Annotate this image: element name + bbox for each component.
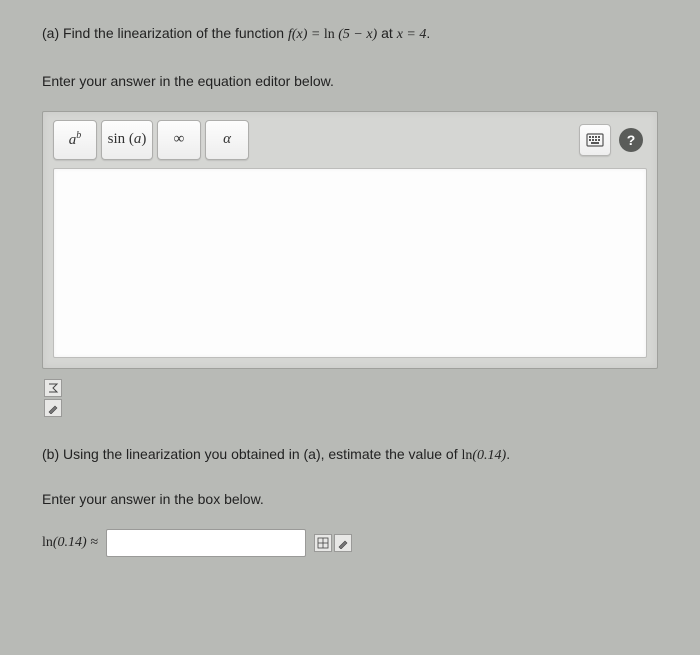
- part-a-instruction: Enter your answer in the equation editor…: [42, 73, 658, 89]
- equation-tool-2[interactable]: [44, 399, 62, 417]
- answer-row: ln(0.14) ≈: [42, 529, 658, 557]
- part-a-text-mid: at: [381, 25, 397, 41]
- part-b-instruction: Enter your answer in the box below.: [42, 491, 658, 507]
- pencil-icon: [337, 537, 349, 549]
- exponent-button[interactable]: ab: [53, 120, 97, 160]
- keyboard-icon: [586, 133, 604, 147]
- point-expression: x = 4: [397, 27, 427, 42]
- part-a-text-pre: Find the linearization of the function: [63, 25, 288, 41]
- equation-tool-1[interactable]: [44, 379, 62, 397]
- help-icon: ?: [619, 128, 643, 152]
- equation-toolbar: ab sin (a) ∞ α ?: [53, 120, 647, 160]
- grid-icon: [317, 537, 329, 549]
- target-expression: ln(0.14): [461, 448, 506, 463]
- trig-button[interactable]: sin (a): [101, 120, 153, 160]
- answer-prefix: ln(0.14) ≈: [42, 535, 98, 551]
- sigma-icon: [47, 382, 59, 394]
- pencil-icon: [47, 402, 59, 414]
- equation-input-area[interactable]: [53, 168, 647, 358]
- part-a-suffix: .: [426, 25, 430, 41]
- alpha-button[interactable]: α: [205, 120, 249, 160]
- function-expression: f(x) = ln (5 − x): [288, 27, 377, 42]
- infinity-button[interactable]: ∞: [157, 120, 201, 160]
- equation-editor: ab sin (a) ∞ α ?: [42, 111, 658, 369]
- part-b-label: (b): [42, 446, 59, 462]
- part-b-prompt: (b) Using the linearization you obtained…: [42, 445, 658, 466]
- part-a-prompt: (a) Find the linearization of the functi…: [42, 24, 658, 45]
- answer-input[interactable]: [106, 529, 306, 557]
- part-a-label: (a): [42, 25, 59, 41]
- part-b-suffix: .: [506, 446, 510, 462]
- calc-tool-1[interactable]: [314, 534, 332, 552]
- keyboard-button[interactable]: [579, 124, 611, 156]
- calc-tool-2[interactable]: [334, 534, 352, 552]
- help-button[interactable]: ?: [615, 124, 647, 156]
- part-b-text-pre: Using the linearization you obtained in …: [63, 446, 461, 462]
- editor-side-tools: [44, 379, 658, 417]
